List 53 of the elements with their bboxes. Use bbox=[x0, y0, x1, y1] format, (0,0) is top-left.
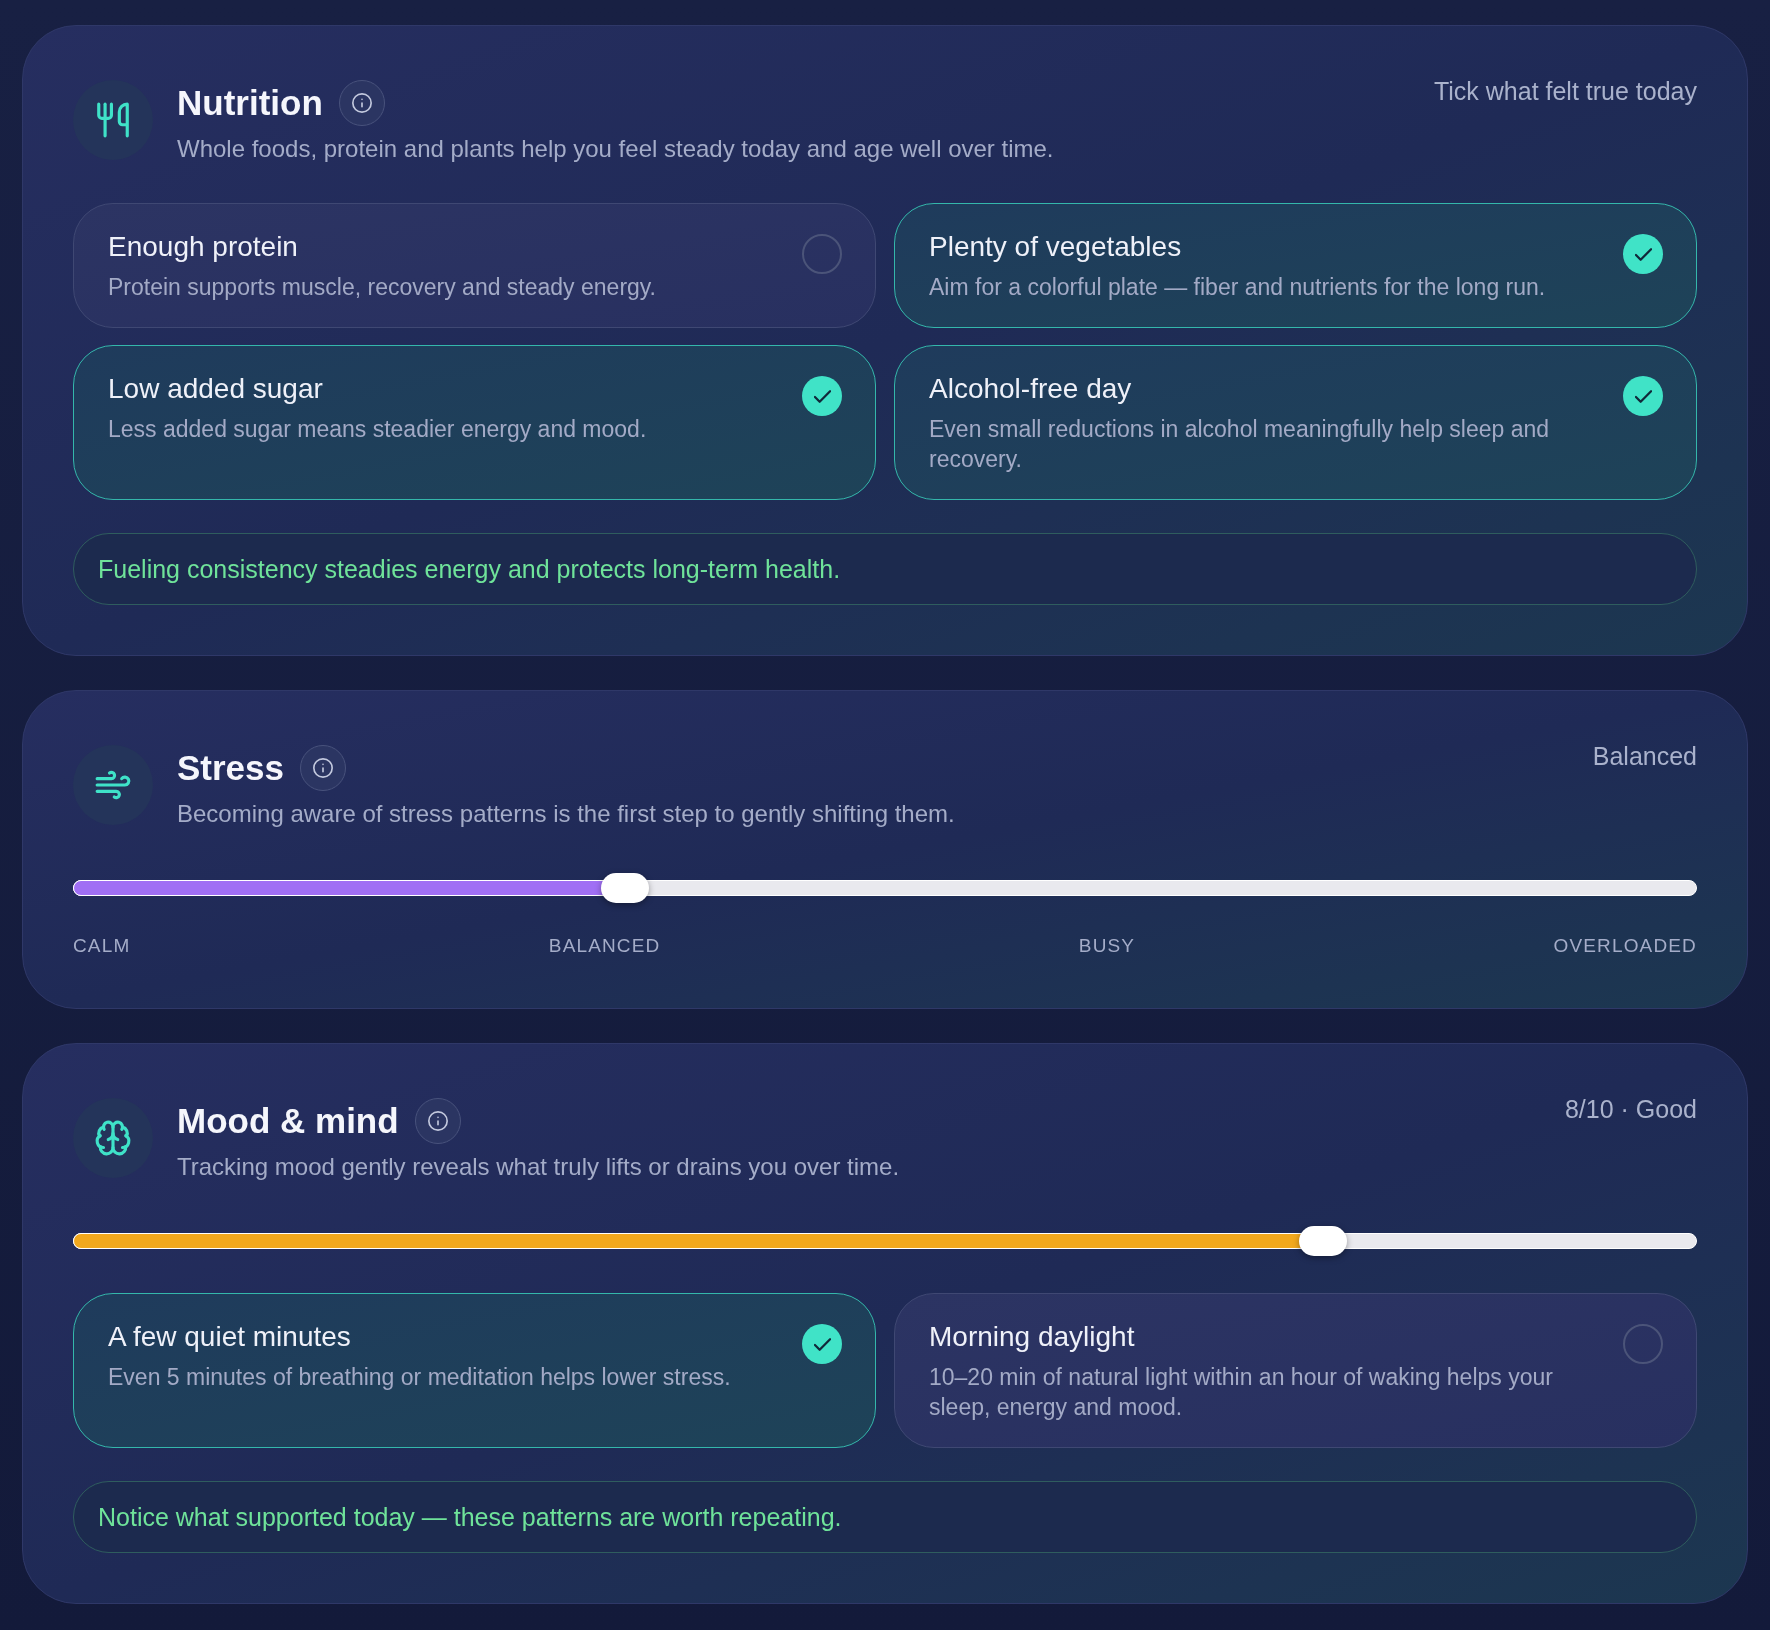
info-button[interactable] bbox=[338, 80, 385, 126]
habit-card[interactable]: Alcohol-free day Even small reductions in alcohol meaningfully help sleep and recovery. bbox=[894, 345, 1697, 500]
habit-description: Even 5 minutes of breathing or meditation helps lower stress. bbox=[108, 1363, 732, 1392]
checkbox[interactable] bbox=[802, 376, 842, 416]
habit-description: Protein supports muscle, recovery and steady energy. bbox=[108, 273, 657, 302]
slider-track[interactable] bbox=[73, 873, 1697, 903]
check-icon bbox=[1634, 247, 1652, 261]
habit-title: Enough protein bbox=[108, 230, 299, 264]
section-status: Tick what felt true today bbox=[1433, 77, 1697, 105]
habit-card[interactable]: Morning daylight 10–20 min of natural light within an hour of waking helps your sleep, energy and mood. bbox=[894, 1293, 1697, 1448]
checkbox[interactable] bbox=[1623, 376, 1663, 416]
tip-text: Fueling consistency steadies energy and protects long-term health. bbox=[98, 554, 841, 584]
section-title: Stress bbox=[177, 747, 285, 789]
info-icon bbox=[312, 757, 335, 779]
section-title: Nutrition bbox=[177, 82, 323, 124]
scale-label: OVERLOADED bbox=[1553, 934, 1697, 958]
habit-title: A few quiet minutes bbox=[108, 1320, 352, 1354]
section-subtitle: Whole foods, protein and plants help you feel steady today and age well over time. bbox=[177, 134, 1054, 164]
habit-card[interactable]: Plenty of vegetables Aim for a colorful plate — fiber and nutrients for the long run. bbox=[894, 203, 1697, 328]
info-button[interactable] bbox=[414, 1098, 461, 1144]
habit-title: Morning daylight bbox=[929, 1320, 1136, 1354]
scale-label: BALANCED bbox=[548, 934, 661, 958]
tip-text: Notice what supported today — these patterns are worth repeating. bbox=[98, 1502, 842, 1532]
check-icon bbox=[1634, 389, 1652, 403]
check-icon bbox=[813, 389, 831, 403]
habit-card[interactable]: Enough protein Protein supports muscle, recovery and steady energy. bbox=[73, 203, 876, 328]
slider-thumb[interactable] bbox=[1299, 1226, 1348, 1256]
habit-description: Even small reductions in alcohol meaningfully help sleep and recovery. bbox=[929, 415, 1551, 474]
scale-label: CALM bbox=[73, 934, 131, 958]
habit-title: Low added sugar bbox=[108, 372, 324, 406]
checkbox[interactable] bbox=[1623, 234, 1663, 274]
section-status: 8/10 · Good bbox=[1564, 1095, 1697, 1123]
section-subtitle: Becoming aware of stress patterns is the first step to gently shifting them. bbox=[177, 799, 955, 829]
section-status: Balanced bbox=[1592, 742, 1697, 770]
section-subtitle: Tracking mood gently reveals what truly lifts or drains you over time. bbox=[177, 1152, 900, 1182]
slider-thumb[interactable] bbox=[601, 873, 650, 903]
habit-card[interactable]: A few quiet minutes Even 5 minutes of breathing or meditation helps lower stress. bbox=[73, 1293, 876, 1448]
checkbox[interactable] bbox=[802, 1324, 842, 1364]
checkbox[interactable] bbox=[802, 234, 842, 274]
habit-description: Less added sugar means steadier energy and mood. bbox=[108, 415, 648, 444]
habit-card[interactable]: Low added sugar Less added sugar means steadier energy and mood. bbox=[73, 345, 876, 500]
habit-title: Plenty of vegetables bbox=[929, 230, 1183, 264]
info-icon bbox=[426, 1110, 449, 1132]
habit-description: Aim for a colorful plate — fiber and nutrients for the long run. bbox=[929, 273, 1547, 302]
info-button[interactable] bbox=[300, 745, 347, 791]
slider-track[interactable] bbox=[73, 1226, 1697, 1256]
section-title: Mood & mind bbox=[177, 1100, 399, 1142]
checkbox[interactable] bbox=[1623, 1324, 1663, 1364]
habit-title: Alcohol-free day bbox=[929, 372, 1133, 406]
check-icon bbox=[813, 1337, 831, 1351]
info-icon bbox=[350, 92, 373, 114]
habit-description: 10–20 min of natural light within an hour of waking helps your sleep, energy and mood. bbox=[929, 1363, 1554, 1422]
scale-label: BUSY bbox=[1078, 934, 1136, 958]
